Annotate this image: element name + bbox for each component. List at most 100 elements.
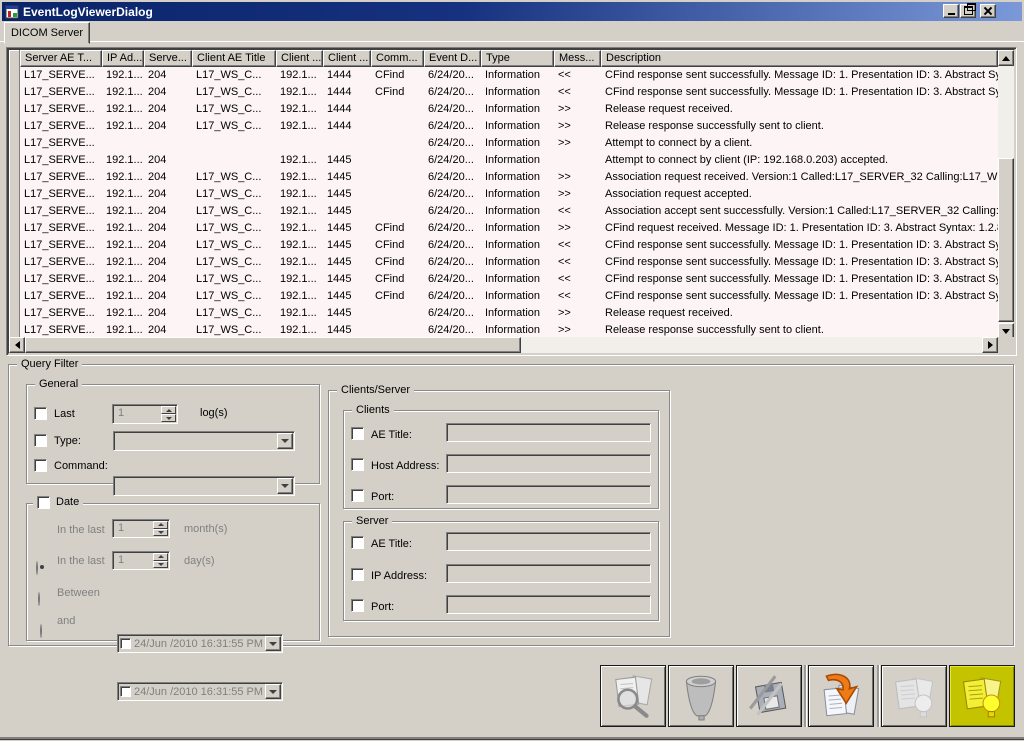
and-date-checkbox[interactable] bbox=[120, 686, 131, 697]
table-cell: 1445 bbox=[323, 220, 371, 237]
command-checkbox[interactable] bbox=[34, 459, 47, 472]
table-row[interactable]: L17_SERVE...192.1...204L17_WS_C...192.1.… bbox=[20, 271, 998, 288]
table-cell: 192.1... bbox=[276, 152, 323, 169]
spin-down-icon[interactable] bbox=[153, 529, 168, 537]
find-logs-button[interactable] bbox=[600, 665, 666, 727]
table-cell: 204 bbox=[144, 237, 192, 254]
table-cell: Information bbox=[481, 237, 554, 254]
table-cell: CFind bbox=[371, 84, 424, 101]
table-row[interactable]: L17_SERVE...192.1...204L17_WS_C...192.1.… bbox=[20, 101, 998, 118]
command-dropdown-icon[interactable] bbox=[277, 478, 293, 494]
between-date-checkbox[interactable] bbox=[120, 638, 131, 649]
vertical-scrollbar[interactable] bbox=[998, 50, 1014, 339]
table-row[interactable]: L17_SERVE...6/24/20...Information>>Attem… bbox=[20, 135, 998, 152]
table-row[interactable]: L17_SERVE...192.1...204L17_WS_C...192.1.… bbox=[20, 220, 998, 237]
scroll-up-button[interactable] bbox=[998, 50, 1014, 66]
table-row[interactable]: L17_SERVE...192.1...204L17_WS_C...192.1.… bbox=[20, 67, 998, 84]
client-host-address-checkbox[interactable] bbox=[351, 458, 364, 471]
server-ae-title-field[interactable] bbox=[446, 532, 651, 551]
spin-down-icon[interactable] bbox=[153, 561, 168, 569]
client-port-checkbox[interactable] bbox=[351, 489, 364, 502]
table-cell: 192.1... bbox=[276, 271, 323, 288]
retrieve-logs-button[interactable] bbox=[808, 665, 874, 727]
table-row[interactable]: L17_SERVE...192.1...204192.1...14456/24/… bbox=[20, 152, 998, 169]
command-combobox[interactable] bbox=[113, 476, 295, 496]
table-cell: << bbox=[554, 271, 601, 288]
column-header[interactable]: Type bbox=[481, 50, 554, 67]
table-row[interactable]: L17_SERVE...192.1...204L17_WS_C...192.1.… bbox=[20, 288, 998, 305]
table-row[interactable]: L17_SERVE...192.1...204L17_WS_C...192.1.… bbox=[20, 322, 998, 337]
between-date-picker[interactable]: 24/Jun /2010 16:31:55 PM bbox=[117, 634, 283, 653]
spin-down-icon[interactable] bbox=[161, 414, 176, 422]
column-header[interactable]: Server AE T... bbox=[20, 50, 102, 67]
table-row[interactable]: L17_SERVE...192.1...204L17_WS_C...192.1.… bbox=[20, 203, 998, 220]
table-cell: 204 bbox=[144, 203, 192, 220]
date-checkbox[interactable] bbox=[37, 496, 50, 509]
clients-server-title: Clients/Server bbox=[337, 384, 414, 397]
restore-button[interactable] bbox=[960, 4, 976, 18]
table-cell: << bbox=[554, 84, 601, 101]
table-row[interactable]: L17_SERVE...192.1...204L17_WS_C...192.1.… bbox=[20, 169, 998, 186]
log-details-active-button[interactable] bbox=[949, 665, 1015, 727]
table-cell: 192.1... bbox=[276, 220, 323, 237]
log-details-button[interactable] bbox=[881, 665, 947, 727]
column-header[interactable]: Comm... bbox=[371, 50, 424, 67]
type-combobox[interactable] bbox=[113, 431, 295, 451]
spin-up-icon[interactable] bbox=[153, 521, 168, 529]
and-date-dropdown-icon[interactable] bbox=[265, 684, 281, 699]
column-header[interactable]: Client ... bbox=[323, 50, 371, 67]
column-header[interactable]: Description bbox=[601, 50, 998, 67]
vertical-scroll-thumb[interactable] bbox=[998, 158, 1014, 322]
column-header[interactable]: IP Ad... bbox=[102, 50, 144, 67]
server-ip-address-checkbox[interactable] bbox=[351, 568, 364, 581]
close-button[interactable] bbox=[980, 4, 996, 18]
scroll-right-button[interactable] bbox=[982, 337, 998, 353]
column-header[interactable]: Mess... bbox=[554, 50, 601, 67]
client-ae-title-field[interactable] bbox=[446, 423, 651, 442]
column-header[interactable]: Event D... bbox=[424, 50, 481, 67]
table-row[interactable]: L17_SERVE...192.1...204L17_WS_C...192.1.… bbox=[20, 305, 998, 322]
type-checkbox[interactable] bbox=[34, 434, 47, 447]
type-dropdown-icon[interactable] bbox=[277, 433, 293, 449]
server-ip-address-field[interactable] bbox=[446, 564, 651, 583]
table-row[interactable]: L17_SERVE...192.1...204L17_WS_C...192.1.… bbox=[20, 237, 998, 254]
client-host-address-field[interactable] bbox=[446, 454, 651, 473]
between-date-dropdown-icon[interactable] bbox=[265, 636, 281, 651]
last-checkbox[interactable] bbox=[34, 407, 47, 420]
table-row[interactable]: L17_SERVE...192.1...204L17_WS_C...192.1.… bbox=[20, 118, 998, 135]
table-cell: 1445 bbox=[323, 271, 371, 288]
table-cell: 204 bbox=[144, 220, 192, 237]
table-row[interactable]: L17_SERVE...192.1...204L17_WS_C...192.1.… bbox=[20, 254, 998, 271]
days-label: day(s) bbox=[184, 555, 215, 567]
table-row[interactable]: L17_SERVE...192.1...204L17_WS_C...192.1.… bbox=[20, 186, 998, 203]
server-port-field[interactable] bbox=[446, 595, 651, 614]
days-stepper[interactable]: 1 bbox=[112, 551, 170, 570]
client-ae-title-checkbox[interactable] bbox=[351, 427, 364, 440]
horizontal-scrollbar[interactable] bbox=[9, 337, 998, 353]
scroll-left-button[interactable] bbox=[9, 337, 25, 353]
minimize-button[interactable] bbox=[943, 4, 959, 18]
column-header[interactable]: Client AE Title bbox=[192, 50, 276, 67]
months-stepper[interactable]: 1 bbox=[112, 519, 170, 538]
in-last-months-radio[interactable] bbox=[36, 561, 38, 575]
and-date-picker[interactable]: 24/Jun /2010 16:31:55 PM bbox=[117, 682, 283, 701]
column-header[interactable]: Client ... bbox=[276, 50, 323, 67]
table-cell bbox=[276, 135, 323, 152]
app-icon bbox=[5, 5, 19, 19]
delete-logs-button[interactable] bbox=[668, 665, 734, 727]
tab-dicom-server[interactable]: DICOM Server bbox=[4, 22, 90, 44]
last-count-stepper[interactable]: 1 bbox=[112, 404, 178, 424]
table-row[interactable]: L17_SERVE...192.1...204L17_WS_C...192.1.… bbox=[20, 84, 998, 101]
client-port-field[interactable] bbox=[446, 485, 651, 504]
server-ae-title-checkbox[interactable] bbox=[351, 536, 364, 549]
column-header[interactable]: Serve... bbox=[144, 50, 192, 67]
spin-up-icon[interactable] bbox=[161, 406, 176, 414]
in-last-days-radio[interactable] bbox=[38, 592, 40, 606]
between-radio[interactable] bbox=[40, 624, 42, 638]
spin-up-icon[interactable] bbox=[153, 553, 168, 561]
horizontal-scroll-thumb[interactable] bbox=[25, 337, 521, 353]
row-selector-strip[interactable] bbox=[9, 50, 20, 339]
save-logs-button[interactable] bbox=[736, 665, 802, 727]
table-cell: L17_WS_C... bbox=[192, 67, 276, 84]
server-port-checkbox[interactable] bbox=[351, 599, 364, 612]
